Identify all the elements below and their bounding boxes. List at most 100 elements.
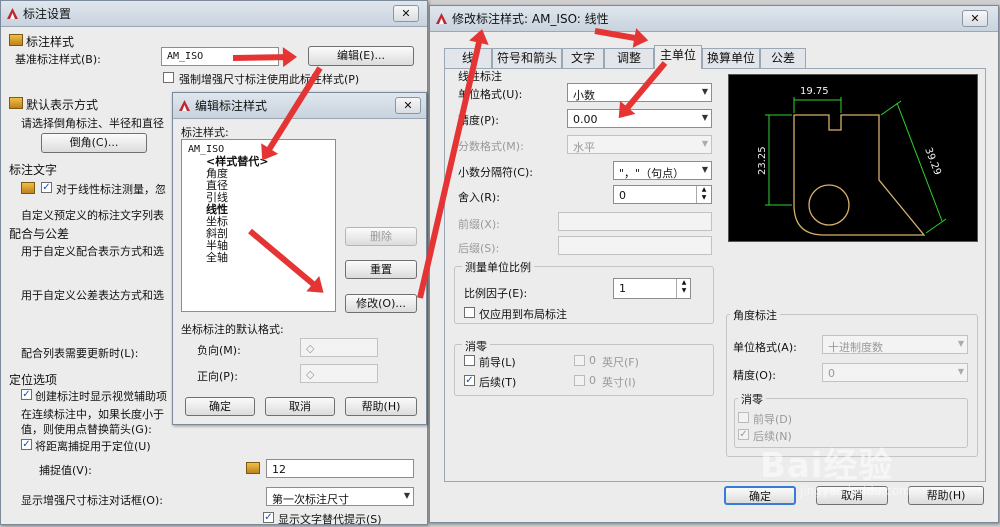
spin-up-icon[interactable]: ▲	[697, 186, 711, 194]
decimal-sep-select[interactable]: "，"（句点）	[613, 161, 712, 180]
preview-dim-text: 39.29	[922, 146, 943, 177]
annotation-arrow	[232, 53, 294, 61]
create-aux-label: 创建标注时显示视觉辅助项	[35, 390, 167, 403]
prefix-field[interactable]	[558, 212, 712, 231]
close-button[interactable]: ✕	[393, 5, 419, 22]
edit-dimstyle-title: 编辑标注样式	[195, 99, 268, 113]
help-button[interactable]: 帮助(H)	[345, 397, 417, 416]
tab-alternate-units[interactable]: 换算单位	[702, 48, 760, 68]
angular-leading-checkbox[interactable]	[738, 412, 749, 423]
show-dialog-select[interactable]: 第一次标注尺寸	[266, 487, 414, 506]
modify-dimstyle-window: 修改标注样式: AM_ISO: 线性 ✕ 线 符号和箭头 文字 调整 主单位 换…	[429, 5, 999, 523]
inch-value: 0	[589, 374, 596, 387]
list-item[interactable]: 全轴	[188, 252, 329, 264]
round-off-spinner[interactable]: ▲ ▼	[696, 186, 711, 203]
angular-leading-label: 前导(D)	[753, 413, 793, 426]
leading-checkbox[interactable]	[464, 355, 475, 366]
chamfer-desc: 请选择倒角标注、半径和直径	[21, 117, 164, 130]
spin-down-icon[interactable]: ▼	[677, 287, 691, 295]
fraction-format-label: 分数格式(M):	[458, 140, 524, 153]
edit-button[interactable]: 编辑(E)...	[308, 46, 414, 66]
trailing-label: 后续(T)	[479, 376, 517, 389]
section-fit-tolerance: 配合与公差	[9, 227, 70, 241]
autocad-logo-icon	[436, 13, 447, 24]
zero-group-label: 消零	[462, 338, 490, 354]
inch-checkbox[interactable]	[574, 375, 585, 386]
feet-label: 英尺(F)	[602, 356, 639, 369]
style-list-label: 标注样式:	[181, 126, 229, 139]
watermark-logo: Bai经验	[760, 446, 894, 486]
delete-button[interactable]: 删除	[345, 227, 417, 246]
ok-button[interactable]: 确定	[724, 486, 796, 505]
edit-dimstyle-window: 编辑标注样式 ✕ 标注样式: AM_ISO <样式替代> 角度 直径 引线 线性…	[172, 92, 427, 425]
close-button[interactable]: ✕	[962, 10, 988, 27]
close-icon: ✕	[403, 99, 413, 112]
continuous-desc-2: 值，则使用点替换箭头(G):	[21, 423, 152, 436]
chamfer-button[interactable]: 倒角(C)...	[41, 133, 147, 153]
spin-down-icon[interactable]: ▼	[697, 194, 711, 202]
linear-measure-checkbox[interactable]: ✓	[41, 182, 52, 193]
fit-desc: 用于自定义配合表示方式和选	[21, 245, 164, 258]
close-button[interactable]: ✕	[395, 97, 421, 114]
base-style-label: 基准标注样式(B):	[15, 53, 101, 66]
trailing-checkbox[interactable]: ✓	[464, 375, 475, 386]
round-off-label: 舍入(R):	[458, 191, 500, 204]
tab-fit[interactable]: 调整	[604, 48, 654, 68]
dimstyle-icon	[9, 34, 23, 46]
angular-group-label: 角度标注	[730, 307, 780, 323]
fit-update-label: 配合列表需要更新时(L):	[21, 347, 139, 360]
preview-dim-text: 23.25	[757, 146, 768, 175]
tab-symbols-arrows[interactable]: 符号和箭头	[492, 48, 562, 68]
snap-value-field[interactable]: 12	[266, 459, 414, 478]
modify-dimstyle-titlebar[interactable]: 修改标注样式: AM_ISO: 线性 ✕	[430, 6, 998, 32]
feet-value: 0	[589, 354, 596, 367]
linear-group-label: 线性标注	[458, 70, 502, 83]
create-aux-checkbox[interactable]: ✓	[21, 389, 32, 400]
feet-checkbox[interactable]	[574, 355, 585, 366]
precision-select[interactable]: 0.00	[567, 109, 712, 128]
reset-button[interactable]: 重置	[345, 260, 417, 279]
snap-value-label: 捕捉值(V):	[39, 464, 92, 477]
default-repr-icon	[9, 97, 23, 109]
snap-distance-checkbox[interactable]: ✓	[21, 439, 32, 450]
layout-only-checkbox[interactable]	[464, 307, 475, 318]
ok-button[interactable]: 确定	[185, 397, 255, 416]
preview-dim-text: 19.75	[800, 86, 829, 97]
tab-tolerances[interactable]: 公差	[760, 48, 806, 68]
custom-text-desc: 自定义预定义的标注文字列表	[21, 209, 164, 222]
force-enhanced-checkbox[interactable]	[163, 72, 174, 83]
force-enhanced-label: 强制增强尺寸标注使用此标注样式(P)	[179, 73, 360, 86]
inch-label: 英寸(I)	[602, 376, 636, 389]
angular-unit-select[interactable]: 十进制度数	[822, 335, 968, 354]
preview-drawing: 19.75 23.25 39.29	[757, 86, 947, 236]
modify-button[interactable]: 修改(O)...	[345, 294, 417, 313]
autocad-logo-icon	[179, 100, 190, 111]
fraction-format-select[interactable]: 水平	[567, 135, 712, 154]
show-override-checkbox[interactable]: ✓	[263, 512, 274, 523]
suffix-label: 后缀(S):	[458, 242, 500, 255]
positive-field[interactable]: ◇	[300, 364, 378, 383]
continuous-desc-1: 在连续标注中，如果长度小于	[21, 408, 164, 421]
scale-group-label: 测量单位比例	[462, 259, 534, 275]
section-dim-text: 标注文字	[9, 163, 58, 177]
suffix-field[interactable]	[558, 236, 712, 255]
tab-lines[interactable]: 线	[444, 48, 492, 68]
angular-precision-select[interactable]: 0	[822, 363, 968, 382]
cancel-button[interactable]: 取消	[265, 397, 335, 416]
snap-value-icon	[246, 462, 260, 474]
spin-up-icon[interactable]: ▲	[677, 279, 691, 287]
dim-settings-title: 标注设置	[23, 7, 72, 21]
scale-factor-spinner[interactable]: ▲ ▼	[676, 279, 691, 298]
scale-factor-label: 比例因子(E):	[464, 287, 528, 300]
dim-settings-titlebar[interactable]: 标注设置 ✕	[1, 1, 427, 27]
layout-only-label: 仅应用到布局标注	[479, 308, 567, 321]
negative-field[interactable]: ◇	[300, 338, 378, 357]
tab-text[interactable]: 文字	[562, 48, 604, 68]
section-dimstyle: 标注样式	[26, 35, 75, 49]
section-location: 定位选项	[9, 373, 58, 387]
preview-canvas: 19.75 23.25 39.29	[728, 74, 978, 242]
help-button[interactable]: 帮助(H)	[908, 486, 984, 505]
leading-label: 前导(L)	[479, 356, 516, 369]
show-dialog-label: 显示增强尺寸标注对话框(O):	[21, 494, 163, 507]
angular-trailing-checkbox[interactable]: ✓	[738, 429, 749, 440]
